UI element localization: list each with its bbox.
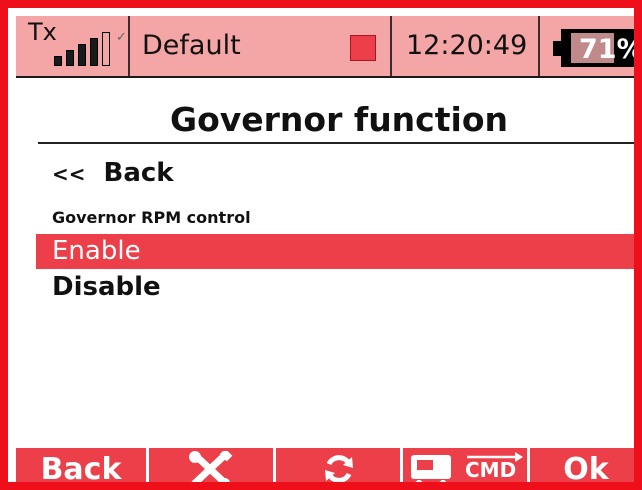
- refresh-icon: [325, 455, 353, 482]
- status-divider: [128, 16, 130, 76]
- f1-back-button[interactable]: Back: [16, 448, 146, 487]
- cmd-label: CMD: [465, 458, 517, 482]
- back-menu-item[interactable]: << Back: [52, 158, 174, 188]
- page-title: Governor function: [169, 100, 508, 139]
- wrench-screwdriver-icon: [189, 451, 233, 482]
- back-menu-label: Back: [103, 158, 174, 188]
- f5-ok-button[interactable]: Ok: [530, 448, 634, 487]
- record-indicator-icon: [350, 35, 376, 61]
- status-bar: Tx ✓ Default 12:20:49 71%: [16, 16, 642, 78]
- option-disable[interactable]: Disable: [52, 272, 161, 302]
- f4-cmd-button[interactable]: CMD: [403, 448, 527, 482]
- title-divider: [38, 142, 634, 144]
- option-enable[interactable]: Enable: [36, 234, 634, 269]
- tx-label: Tx: [28, 18, 57, 46]
- signal-bar-3: [78, 44, 86, 66]
- section-label: Governor RPM control: [52, 208, 251, 227]
- function-key-bar: Back CMD Ok: [16, 448, 634, 487]
- option-enable-label: Enable: [52, 236, 141, 266]
- f3-refresh-button[interactable]: [276, 448, 400, 482]
- checkmark-icon: ✓: [116, 30, 127, 45]
- signal-bar-5: [102, 32, 110, 66]
- option-disable-label: Disable: [52, 272, 161, 302]
- model-name[interactable]: Default: [142, 30, 241, 61]
- battery-terminal-icon: [553, 41, 561, 56]
- f2-tools-button[interactable]: [149, 448, 273, 482]
- tx-signal-indicator: Tx ✓: [16, 16, 128, 76]
- battery-icon: 71%: [561, 29, 642, 67]
- clock: 12:20:49: [406, 30, 528, 61]
- signal-bar-2: [66, 50, 74, 66]
- signal-bar-4: [90, 38, 98, 66]
- battery-percent: 71%: [579, 34, 642, 65]
- double-chevron-left-icon: <<: [52, 162, 86, 186]
- radio-screen: Tx ✓ Default 12:20:49 71% Governor funct…: [0, 0, 642, 490]
- status-divider: [390, 16, 392, 76]
- status-divider: [538, 16, 540, 76]
- f5-label: Ok: [563, 452, 609, 487]
- f1-label: Back: [40, 452, 122, 487]
- signal-bar-1: [54, 56, 62, 66]
